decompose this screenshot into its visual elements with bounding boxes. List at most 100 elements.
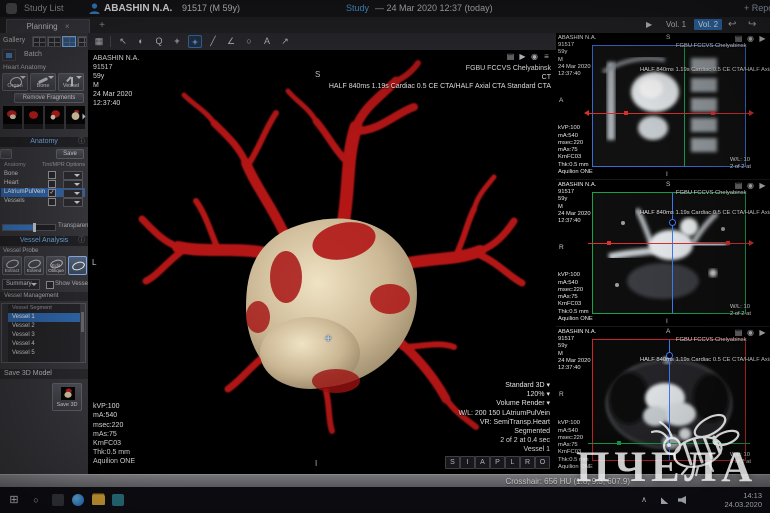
orient-l-button[interactable]: L	[505, 456, 520, 469]
organ-tool-button[interactable]: Organ	[2, 73, 28, 91]
gallery-thumbnail[interactable]	[23, 105, 44, 130]
info-icon[interactable]: ⓘ	[78, 137, 85, 147]
ellipse-tool-icon[interactable]: ○	[242, 35, 256, 48]
layout-option-4[interactable]	[77, 36, 87, 47]
thumbnail-scroll-icon[interactable]	[83, 114, 86, 120]
bone-dropdown-icon[interactable]	[48, 76, 54, 79]
reference-line-horizontal[interactable]	[588, 113, 750, 114]
explorer-folder-icon[interactable]	[92, 495, 105, 505]
tray-network-icon[interactable]	[661, 496, 670, 504]
study-link[interactable]: Study	[346, 0, 369, 17]
segment-row-vessel1[interactable]: Vessel 1	[8, 313, 84, 322]
sagittal-image[interactable]	[592, 45, 746, 167]
study-list-button[interactable]: Study List	[24, 0, 64, 17]
snapshot-icon[interactable]: ◉	[745, 181, 756, 191]
anatomy-save-button[interactable]: Save	[56, 149, 84, 159]
vessel-dropdown-icon[interactable]	[76, 76, 82, 79]
search-icon[interactable]: ○	[28, 492, 44, 508]
anatomy-row-bone[interactable]: Bone	[1, 170, 85, 179]
orient-p-button[interactable]: P	[490, 456, 505, 469]
zoom-icon[interactable]: Q	[152, 35, 166, 48]
mpr-view-oblique[interactable]: ABASHIN N.A.9151759yM24 Mar 202012:37:40…	[556, 180, 770, 327]
zoom-level-dropdown[interactable]: 120% ▾	[459, 390, 550, 399]
mpr-view-axial[interactable]: ABASHIN N.A.9151759yM24 Mar 202012:37:40…	[556, 327, 770, 475]
export-image-icon[interactable]: ▤	[505, 52, 516, 62]
row-checkbox[interactable]	[48, 180, 56, 188]
probe-extend-button[interactable]: Extend	[24, 256, 44, 275]
cine-play-icon[interactable]: ▶	[517, 52, 528, 62]
orient-o-button[interactable]: O	[535, 456, 550, 469]
organ-dropdown-icon[interactable]	[20, 76, 26, 79]
layout-option-1[interactable]	[32, 36, 46, 47]
orient-r-button[interactable]: R	[520, 456, 535, 469]
taskbar-clock[interactable]: 14:13 24.03.2020	[724, 491, 762, 510]
menu-icon[interactable]: ≡	[541, 52, 552, 62]
orient-s-button[interactable]: S	[445, 456, 460, 469]
bone-tool-button[interactable]: Bone	[30, 73, 56, 91]
export-image-icon[interactable]: ▤	[733, 328, 744, 338]
snapshot-icon[interactable]: ◉	[745, 328, 756, 338]
probe-sculpt-button[interactable]	[68, 256, 87, 275]
cine-play-icon[interactable]: ▶	[757, 181, 768, 191]
anatomy-stub-button[interactable]	[0, 149, 12, 159]
segment-scrollbar[interactable]	[80, 304, 85, 362]
render-mode-dropdown[interactable]: Standard 3D ▾	[459, 381, 550, 390]
save-3d-button[interactable]: Save 3D	[52, 383, 82, 411]
tab-gallery-mini[interactable]	[2, 49, 16, 61]
segment-row-vessel3[interactable]: Vessel 3	[8, 331, 84, 340]
gallery-thumbnail[interactable]	[44, 105, 65, 130]
layout-option-3[interactable]	[62, 36, 76, 47]
tray-expand-icon[interactable]: ∧	[636, 492, 652, 508]
window-level-icon[interactable]: ◐	[134, 35, 148, 48]
angle-tool-icon[interactable]: ∠	[224, 35, 238, 48]
remove-fragments-button[interactable]: Remove Fragments	[14, 93, 84, 103]
undo-icon[interactable]: ↩	[728, 19, 736, 30]
app-icon-dark[interactable]	[52, 494, 64, 506]
segment-row-vessel4[interactable]: Vessel 4	[8, 340, 84, 349]
transparency-slider[interactable]	[2, 224, 56, 231]
snapshot-icon[interactable]: ◉	[745, 34, 756, 44]
export-image-icon[interactable]: ▤	[733, 181, 744, 191]
vol1-button[interactable]: Vol. 1	[662, 19, 690, 30]
tab-planning[interactable]: Planning ×	[6, 19, 90, 33]
mpr-view-sagittal[interactable]: ABASHIN N.A.9151759yM24 Mar 202012:37:40…	[556, 33, 770, 180]
line-tool-icon[interactable]: ╱	[206, 35, 220, 48]
new-tab-button[interactable]: +	[96, 20, 108, 32]
pan-icon[interactable]: +	[170, 35, 184, 48]
reference-line-horizontal[interactable]	[588, 443, 750, 444]
anatomy-row-latriumpulvein[interactable]: LAtriumPulVein ✓	[1, 188, 85, 197]
slider-handle[interactable]	[33, 223, 36, 232]
show-vessel-checkbox[interactable]	[46, 281, 54, 289]
summary-dropdown[interactable]: Summary	[2, 279, 40, 290]
segment-row-vessel2[interactable]: Vessel 2	[8, 322, 84, 331]
layout-icon[interactable]: ▦	[92, 35, 106, 48]
crosshair-marker[interactable]: +	[325, 333, 331, 345]
row-checkbox[interactable]	[48, 171, 56, 179]
orient-a-button[interactable]: A	[475, 456, 490, 469]
anatomy-row-heart[interactable]: Heart	[1, 179, 85, 188]
reference-line-vertical[interactable]	[684, 46, 685, 166]
row-checkbox[interactable]	[48, 198, 56, 206]
tab-batch[interactable]: Batch	[18, 49, 48, 61]
crosshair-icon[interactable]: +	[188, 35, 202, 48]
pointer-icon[interactable]: ↖	[116, 35, 130, 48]
row-checkbox[interactable]: ✓	[48, 189, 56, 197]
viewer-app-icon[interactable]	[112, 494, 124, 506]
report-link[interactable]: + Report	[744, 0, 770, 17]
anatomy-row-vessels[interactable]: Vessels	[1, 197, 85, 206]
row-options-dropdown[interactable]	[63, 198, 83, 207]
export-image-icon[interactable]: ▤	[733, 34, 744, 44]
redo-icon[interactable]: ↪	[748, 19, 756, 30]
cine-play-icon[interactable]: ▶	[757, 34, 768, 44]
arrow-tool-icon[interactable]: ↗	[278, 35, 292, 48]
probe-edit-oblique-button[interactable]: Edit Oblique	[46, 256, 66, 275]
probe-extract-button[interactable]: Extract	[2, 256, 22, 275]
text-tool-icon[interactable]: A	[260, 35, 274, 48]
snapshot-icon[interactable]: ◉	[529, 52, 540, 62]
segment-row-vessel5[interactable]: Vessel 5	[8, 349, 84, 358]
cine-play-button[interactable]: ▶	[646, 20, 652, 29]
vessel-tool-button[interactable]: Vessel	[58, 73, 84, 91]
viewport-3d[interactable]: ABASHIN N.A.9151759yM24 Mar 202012:37:40…	[88, 50, 556, 474]
cine-play-icon[interactable]: ▶	[757, 328, 768, 338]
gallery-thumbnail[interactable]	[2, 105, 23, 130]
